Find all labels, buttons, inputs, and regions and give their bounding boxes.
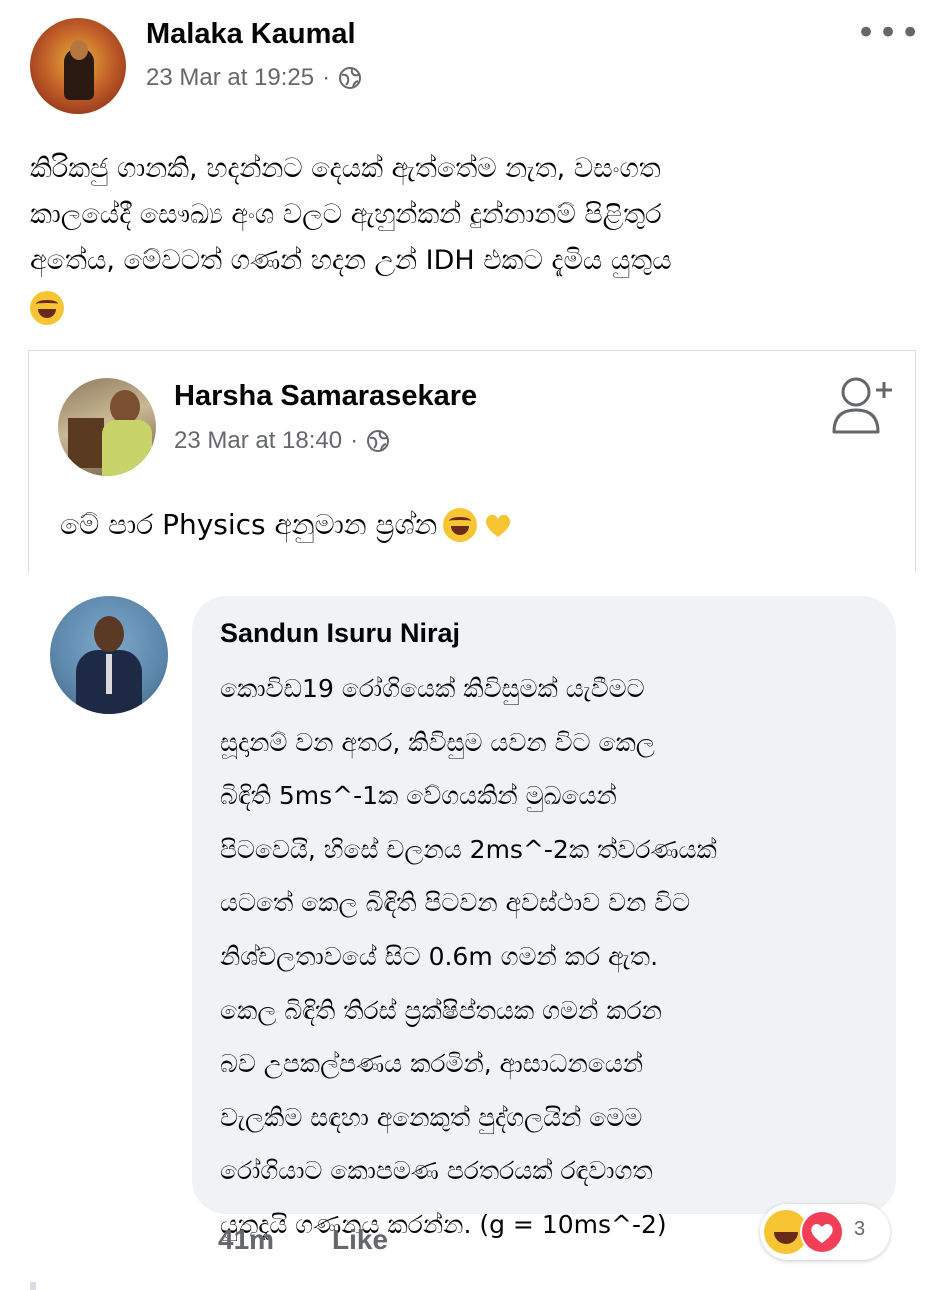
more-options-button[interactable]: •••	[856, 16, 922, 50]
reaction-summary[interactable]: 3	[760, 1204, 890, 1260]
comment-line: සූදානම් වන අතර, කිවිසුම යවන විට කෙල	[220, 727, 655, 757]
avatar-shirt	[106, 654, 112, 694]
shared-author-name[interactable]: Harsha Samarasekare	[174, 380, 477, 413]
shared-post-text: මේ පාර Physics අනුමාන ප්‍රශ්න	[60, 508, 513, 542]
globe-icon	[367, 430, 390, 452]
love-reaction-icon	[800, 1210, 844, 1254]
comment-line: යටතේ කෙල බිඳිති පිටවන අවස්ථාව වන විට	[220, 888, 691, 918]
post-timestamp[interactable]: 23 Mar at 19:25	[146, 64, 314, 92]
post-author-name[interactable]: Malaka Kaumal	[146, 18, 356, 51]
divider	[30, 1282, 36, 1290]
shared-post-meta: 23 Mar at 18:40 ·	[174, 427, 390, 455]
commenter-name[interactable]: Sandun Isuru Niraj	[220, 618, 460, 649]
post-text-line: කාලයේදී සෞඛ්‍ය අංශ වලට ඇහුන්කන් දුන්නානම…	[30, 199, 662, 230]
shared-text-content: මේ පාර Physics අනුමාන ප්‍රශ්න	[60, 508, 438, 541]
reaction-count: 3	[854, 1218, 866, 1240]
meta-separator: ·	[350, 427, 359, 454]
meta-separator: ·	[322, 64, 331, 91]
comment-line: වැලකිම සඳහා අනෙකුත් පුද්ගලයින් මෙම	[220, 1102, 643, 1132]
post-meta: 23 Mar at 19:25 ·	[146, 64, 362, 92]
comment-line: පිටවෙයි, හිසේ චලනය 2ms^-2ක ත්වරණයක්	[220, 834, 717, 864]
avatar-background-shelf	[68, 418, 104, 468]
comment-text: කොවිඩ19 රෝගියෙක් කිවිසුමක් යැවීමට සූදානම…	[220, 662, 880, 1252]
comment-line: බිඳිති 5ms^-1ක වේගයකින් මුඛයෙන්	[220, 781, 617, 811]
heart-icon	[811, 1224, 833, 1243]
shared-timestamp[interactable]: 23 Mar at 18:40	[174, 427, 342, 455]
author-avatar[interactable]	[30, 18, 126, 114]
comment-line: බව උපකල්පණය කරමින්, ආසාධනයෙන්	[220, 1049, 644, 1079]
avatar-face	[70, 40, 88, 60]
post-text-line: කිරිකජු ගානකි, හදන්නට දෙයක් ඇත්තේම නැත, …	[30, 153, 661, 184]
comment-line: නිශ්චලතාවයේ සිට 0.6m ගමන් කර ඇත.	[220, 941, 659, 971]
globe-icon	[339, 67, 362, 89]
post-text-line: අතේය, මේවටත් ගණන් හදන උන් IDH එකට දැමිය …	[30, 245, 672, 276]
comment-actions: 41m Like	[218, 1224, 388, 1256]
shared-author-avatar[interactable]	[58, 378, 156, 476]
commenter-avatar[interactable]	[50, 596, 168, 714]
avatar-face	[110, 390, 140, 424]
laughing-tears-emoji	[443, 508, 478, 542]
comment-line: කොවිඩ19 රෝගියෙක් කිවිසුමක් යැවීමට	[220, 674, 645, 703]
yellow-heart-emoji	[486, 514, 511, 537]
avatar-shirt	[102, 420, 152, 476]
comment-time[interactable]: 41m	[218, 1224, 274, 1256]
laughing-tears-emoji	[30, 290, 64, 325]
add-friend-icon[interactable]	[826, 372, 896, 438]
comment-line: රෝගියාට කොපමණ පරතරයක් රඳවාගත	[220, 1156, 653, 1186]
avatar-face	[94, 616, 124, 652]
post-text: කිරිකජු ගානකි, හදන්නට දෙයක් ඇත්තේම නැත, …	[30, 146, 920, 330]
like-button[interactable]: Like	[332, 1224, 388, 1256]
comment-line: කෙල බිඳිති තිරස් ප්‍රක්ෂිප්තයක ගමන් කරන	[220, 995, 662, 1025]
